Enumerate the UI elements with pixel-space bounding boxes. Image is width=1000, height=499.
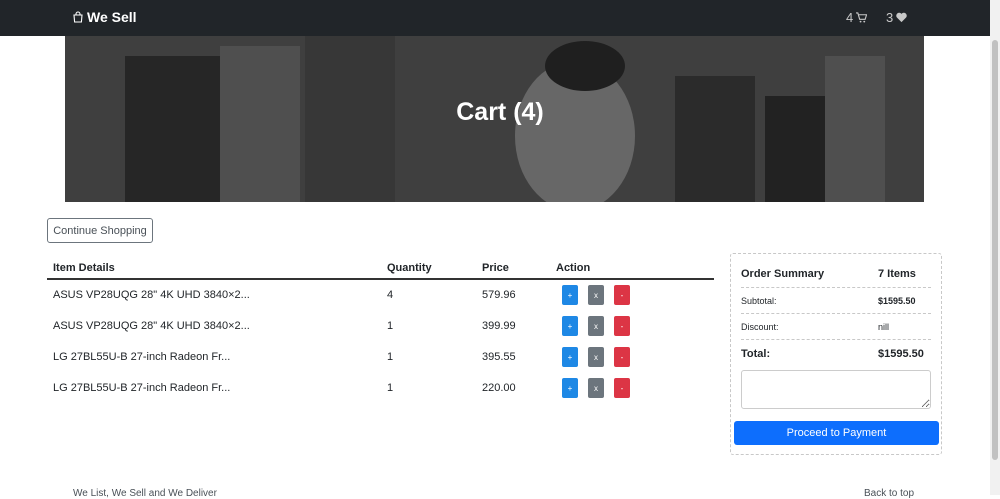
cart-table: Item Details Quantity Price Action ASUS …	[47, 255, 714, 404]
item-price: 220.00	[482, 382, 516, 394]
back-to-top-link[interactable]: Back to top	[864, 488, 914, 499]
brand-link[interactable]: We Sell	[72, 9, 137, 25]
summary-discount-row: Discount: nill	[741, 314, 931, 340]
item-quantity: 1	[387, 382, 394, 394]
wishlist-link[interactable]: 3	[886, 10, 907, 25]
summary-header: Order Summary 7 Items	[741, 260, 931, 288]
shopping-bag-icon	[73, 11, 83, 23]
heart-icon	[896, 12, 907, 23]
subtotal-label: Subtotal:	[741, 296, 777, 306]
column-header-quantity: Quantity	[387, 262, 432, 274]
increase-quantity-button[interactable]: +	[562, 285, 578, 305]
decrease-quantity-button[interactable]: -	[614, 378, 630, 398]
discount-label: Discount:	[741, 322, 779, 332]
item-price: 579.96	[482, 289, 516, 301]
decrease-quantity-button[interactable]: -	[614, 316, 630, 336]
remove-item-button[interactable]: x	[588, 378, 604, 398]
item-quantity: 1	[387, 351, 394, 363]
item-price: 395.55	[482, 351, 516, 363]
item-name[interactable]: LG 27BL55U-B 27-inch Radeon Fr...	[53, 382, 230, 394]
column-header-price: Price	[482, 262, 509, 274]
subtotal-value: $1595.50	[878, 296, 916, 306]
item-quantity: 1	[387, 320, 394, 332]
page-title: Cart (4)	[456, 98, 544, 126]
table-row: LG 27BL55U-B 27-inch Radeon Fr... 1 220.…	[47, 373, 714, 404]
increase-quantity-button[interactable]: +	[562, 347, 578, 367]
column-header-item-details: Item Details	[53, 262, 115, 274]
scrollbar-thumb[interactable]	[992, 40, 998, 460]
continue-shopping-button[interactable]: Continue Shopping	[47, 218, 153, 243]
page-scrollbar[interactable]	[990, 0, 1000, 495]
decrease-quantity-button[interactable]: -	[614, 285, 630, 305]
wishlist-count: 3	[886, 10, 894, 25]
decrease-quantity-button[interactable]: -	[614, 347, 630, 367]
table-row: ASUS VP28UQG 28" 4K UHD 3840×2... 4 579.…	[47, 280, 714, 311]
summary-total-row: Total: $1595.50	[741, 340, 931, 366]
cart-count: 4	[846, 10, 854, 25]
item-quantity: 4	[387, 289, 394, 301]
column-header-action: Action	[556, 262, 591, 274]
table-row: ASUS VP28UQG 28" 4K UHD 3840×2... 1 399.…	[47, 311, 714, 342]
summary-subtotal-row: Subtotal: $1595.50	[741, 288, 931, 314]
discount-value: nill	[878, 322, 890, 332]
item-name[interactable]: ASUS VP28UQG 28" 4K UHD 3840×2...	[53, 289, 250, 301]
order-note-textarea[interactable]	[741, 370, 931, 409]
summary-title: Order Summary	[741, 268, 825, 280]
row-actions: + x -	[562, 347, 630, 367]
item-name[interactable]: ASUS VP28UQG 28" 4K UHD 3840×2...	[53, 320, 250, 332]
brand-name: We Sell	[87, 9, 137, 25]
table-row: LG 27BL55U-B 27-inch Radeon Fr... 1 395.…	[47, 342, 714, 373]
remove-item-button[interactable]: x	[588, 347, 604, 367]
navbar: We Sell 4 3	[0, 0, 1000, 36]
item-price: 399.99	[482, 320, 516, 332]
summary-item-count: 7 Items	[878, 268, 916, 280]
remove-item-button[interactable]: x	[588, 316, 604, 336]
remove-item-button[interactable]: x	[588, 285, 604, 305]
order-summary-card: Order Summary 7 Items Subtotal: $1595.50…	[730, 253, 942, 455]
cart-link[interactable]: 4	[846, 10, 868, 25]
footer-tagline: We List, We Sell and We Deliver	[73, 488, 217, 499]
row-actions: + x -	[562, 285, 630, 305]
proceed-to-payment-button[interactable]: Proceed to Payment	[734, 421, 939, 445]
total-value: $1595.50	[878, 348, 924, 360]
increase-quantity-button[interactable]: +	[562, 316, 578, 336]
cart-icon	[856, 12, 868, 23]
row-actions: + x -	[562, 378, 630, 398]
row-actions: + x -	[562, 316, 630, 336]
total-label: Total:	[741, 348, 771, 360]
table-header: Item Details Quantity Price Action	[47, 255, 714, 280]
increase-quantity-button[interactable]: +	[562, 378, 578, 398]
item-name[interactable]: LG 27BL55U-B 27-inch Radeon Fr...	[53, 351, 230, 363]
